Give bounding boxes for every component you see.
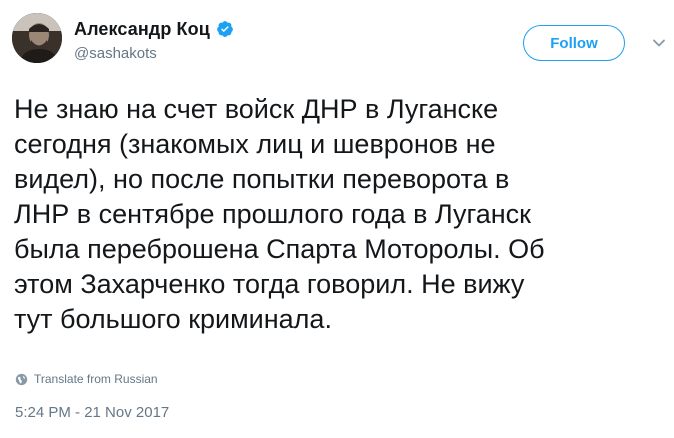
tweet-timestamp[interactable]: 5:24 PM - 21 Nov 2017 (15, 404, 169, 421)
avatar-image (12, 13, 62, 63)
tweet-text: Не знаю на счет войск ДНР в Луганске сег… (14, 94, 545, 334)
translate-label: Translate from Russian (34, 372, 158, 386)
follow-button[interactable]: Follow (523, 25, 625, 61)
translate-link[interactable]: Translate from Russian (15, 372, 158, 386)
avatar[interactable] (12, 13, 62, 63)
name-row: Александр Коц (74, 17, 234, 41)
user-handle[interactable]: @sashakots (74, 45, 234, 62)
chevron-down-icon[interactable] (652, 36, 666, 50)
user-info: Александр Коц @sashakots (74, 17, 234, 62)
globe-icon (15, 373, 28, 385)
display-name[interactable]: Александр Коц (74, 19, 210, 40)
verified-badge-icon (216, 21, 233, 37)
tweet-card: Александр Коц @sashakots Follow Не знаю … (0, 0, 674, 438)
